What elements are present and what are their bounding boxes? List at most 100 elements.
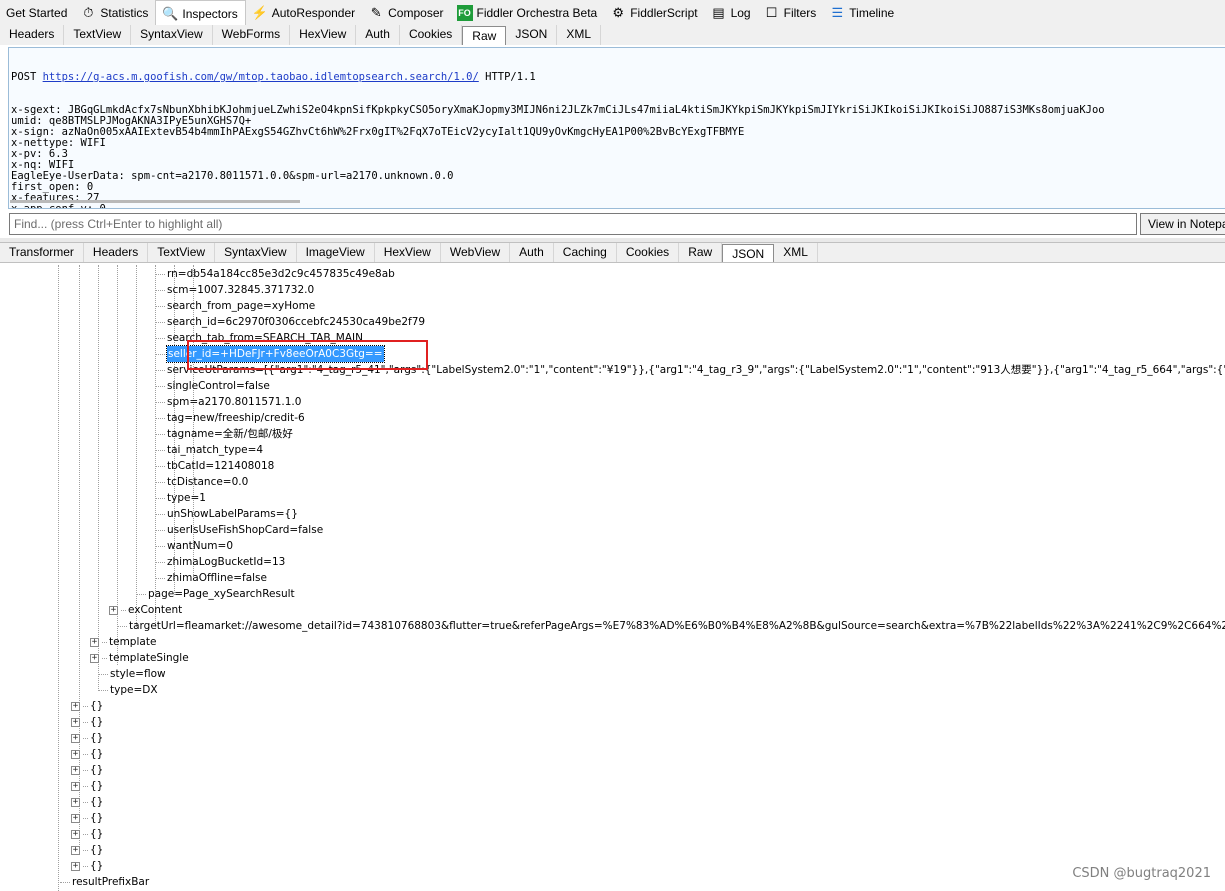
tab-fiddlerscript[interactable]: ⚙ FiddlerScript [604, 1, 704, 25]
tree-node[interactable]: tbCatId=121408018 [155, 458, 274, 474]
tree-node[interactable]: page=Page_xySearchResult [136, 586, 295, 602]
response-tab-auth[interactable]: Auth [510, 243, 554, 262]
request-tab-headers[interactable]: Headers [0, 25, 65, 45]
tree-node[interactable]: resultPrefixBar [60, 874, 149, 890]
tab-inspectors[interactable]: 🔍 Inspectors [155, 0, 246, 26]
tree-node[interactable]: singleControl=false [155, 378, 270, 394]
expand-plus-icon[interactable]: + [71, 813, 80, 823]
json-tree-view[interactable]: rn=db54a184cc85e3d2c9c457835c49e8ab scm=1… [0, 265, 1225, 891]
tab-get-started[interactable]: Get Started [0, 1, 74, 25]
tree-node[interactable]: unShowLabelParams={} [155, 506, 298, 522]
response-tab-caching[interactable]: Caching [554, 243, 617, 262]
tree-node-label: tcDistance=0.0 [167, 476, 249, 488]
tree-node[interactable]: wantNum=0 [155, 538, 233, 554]
tree-node-collapsed[interactable]: + exContent [109, 602, 182, 618]
tree-node[interactable]: tcDistance=0.0 [155, 474, 248, 490]
tab-label: Composer [388, 6, 444, 20]
tree-node-collapsed[interactable]: + {} [71, 842, 103, 858]
tree-node[interactable]: type=1 [155, 490, 206, 506]
response-tab-hexview[interactable]: HexView [375, 243, 441, 262]
expand-plus-icon[interactable]: + [71, 765, 80, 775]
response-tab-transformer[interactable]: Transformer [0, 243, 84, 262]
response-tab-json[interactable]: JSON [722, 244, 775, 262]
tree-node[interactable]: zhimaOffline=false [155, 570, 267, 586]
tree-node-collapsed[interactable]: + {} [71, 858, 103, 874]
request-tab-xml[interactable]: XML [557, 25, 602, 45]
tree-node-collapsed[interactable]: + {} [71, 714, 103, 730]
tree-node-collapsed[interactable]: + {} [71, 698, 103, 714]
tab-fiddler-orchestra-beta[interactable]: FO Fiddler Orchestra Beta [451, 1, 605, 25]
expand-plus-icon[interactable]: + [71, 701, 80, 711]
tree-node[interactable]: spm=a2170.8011571.1.0 [155, 394, 301, 410]
expand-plus-icon[interactable]: + [90, 653, 99, 663]
tree-node[interactable]: style=flow [98, 666, 166, 682]
tree-connector [155, 385, 165, 387]
tree-node[interactable]: zhimaLogBucketId=13 [155, 554, 285, 570]
tree-node-collapsed[interactable]: + {} [71, 794, 103, 810]
expand-plus-icon[interactable]: + [71, 829, 80, 839]
raw-horizontal-scrollbar[interactable] [10, 200, 300, 203]
request-tab-auth[interactable]: Auth [356, 25, 400, 45]
stopwatch-icon: ⏱ [83, 5, 94, 20]
tree-node-collapsed[interactable]: + template [90, 634, 156, 650]
response-tab-imageview[interactable]: ImageView [297, 243, 375, 262]
expand-plus-icon[interactable]: + [71, 797, 80, 807]
tab-timeline[interactable]: ☰ Timeline [823, 1, 901, 25]
expand-plus-icon[interactable]: + [71, 717, 80, 727]
expand-plus-icon[interactable]: + [71, 749, 80, 759]
tree-node[interactable]: scm=1007.32845.371732.0 [155, 282, 314, 298]
expand-plus-icon[interactable]: + [71, 845, 80, 855]
tree-node[interactable]: search_id=6c2970f0306ccebfc24530ca49be2f… [155, 314, 425, 330]
tree-node[interactable]: targetUrl=fleamarket://awesome_detail?id… [117, 618, 1225, 634]
request-tab-textview[interactable]: TextView [64, 25, 132, 45]
response-tab-raw[interactable]: Raw [679, 243, 723, 262]
tree-node[interactable]: userIsUseFishShopCard=false [155, 522, 323, 538]
tab-label: Timeline [849, 6, 895, 20]
tree-node-collapsed[interactable]: + {} [71, 730, 103, 746]
tree-node[interactable]: search_tab_from=SEARCH_TAB_MAIN [155, 330, 363, 346]
response-tab-cookies[interactable]: Cookies [617, 243, 680, 262]
tree-node[interactable]: serviceUtParams=[{"arg1":"4_tag_r5_41","… [155, 362, 1225, 378]
tree-node-label: search_from_page=xyHome [167, 300, 316, 312]
request-tab-cookies[interactable]: Cookies [400, 25, 463, 45]
find-input[interactable]: Find... (press Ctrl+Enter to highlight a… [9, 213, 1137, 235]
script-icon: ⚙ [612, 5, 625, 20]
tree-node[interactable]: tai_match_type=4 [155, 442, 263, 458]
tree-node-collapsed[interactable]: + {} [71, 826, 103, 842]
expand-plus-icon[interactable]: + [71, 733, 80, 743]
tree-node[interactable]: rn=db54a184cc85e3d2c9c457835c49e8ab [155, 266, 395, 282]
request-tab-webforms[interactable]: WebForms [213, 25, 291, 45]
request-url-link[interactable]: https://g-acs.m.goofish.com/gw/mtop.taob… [43, 71, 479, 83]
tree-node-collapsed[interactable]: + {} [71, 762, 103, 778]
request-tab-hexview[interactable]: HexView [290, 25, 357, 45]
request-tab-raw[interactable]: Raw [462, 26, 507, 45]
tree-node[interactable]: seller_id=+HDeFJr+Fv8eeOrA0C3Gtg== [155, 345, 385, 363]
view-in-notepad-button[interactable]: View in Notepad [1140, 213, 1225, 235]
tab-statistics[interactable]: ⏱ Statistics [74, 1, 155, 25]
response-tab-syntaxview[interactable]: SyntaxView [215, 243, 297, 262]
tab-log[interactable]: ▤ Log [705, 1, 758, 25]
response-tab-headers[interactable]: Headers [84, 243, 149, 262]
expand-plus-icon[interactable]: + [71, 781, 80, 791]
tree-node-collapsed[interactable]: + {} [71, 810, 103, 826]
tree-node-collapsed[interactable]: + templateSingle [90, 650, 189, 666]
response-tab-xml[interactable]: XML [774, 243, 818, 262]
tab-autoresponder[interactable]: ⚡ AutoResponder [246, 1, 362, 25]
response-tab-webview[interactable]: WebView [441, 243, 511, 262]
response-tab-textview[interactable]: TextView [148, 243, 216, 262]
tree-node-collapsed[interactable]: + {} [71, 778, 103, 794]
tab-composer[interactable]: ✎ Composer [362, 1, 450, 25]
raw-request-view[interactable]: POST https://g-acs.m.goofish.com/gw/mtop… [8, 47, 1225, 209]
tree-node[interactable]: search_from_page=xyHome [155, 298, 315, 314]
request-tab-syntaxview[interactable]: SyntaxView [131, 25, 213, 45]
tree-node[interactable]: tag=new/freeship/credit-6 [155, 410, 305, 426]
tree-node[interactable]: type=DX [98, 682, 158, 698]
tree-node[interactable]: tagname=全新/包邮/极好 [155, 426, 293, 442]
expand-plus-icon[interactable]: + [71, 861, 80, 871]
expand-plus-icon[interactable]: + [109, 605, 118, 615]
expand-plus-icon[interactable]: + [90, 637, 99, 647]
tree-node-label: templateSingle [109, 652, 189, 664]
tree-node-collapsed[interactable]: + {} [71, 746, 103, 762]
tab-filters[interactable]: ☐ Filters [758, 1, 824, 25]
request-tab-json[interactable]: JSON [506, 25, 558, 45]
